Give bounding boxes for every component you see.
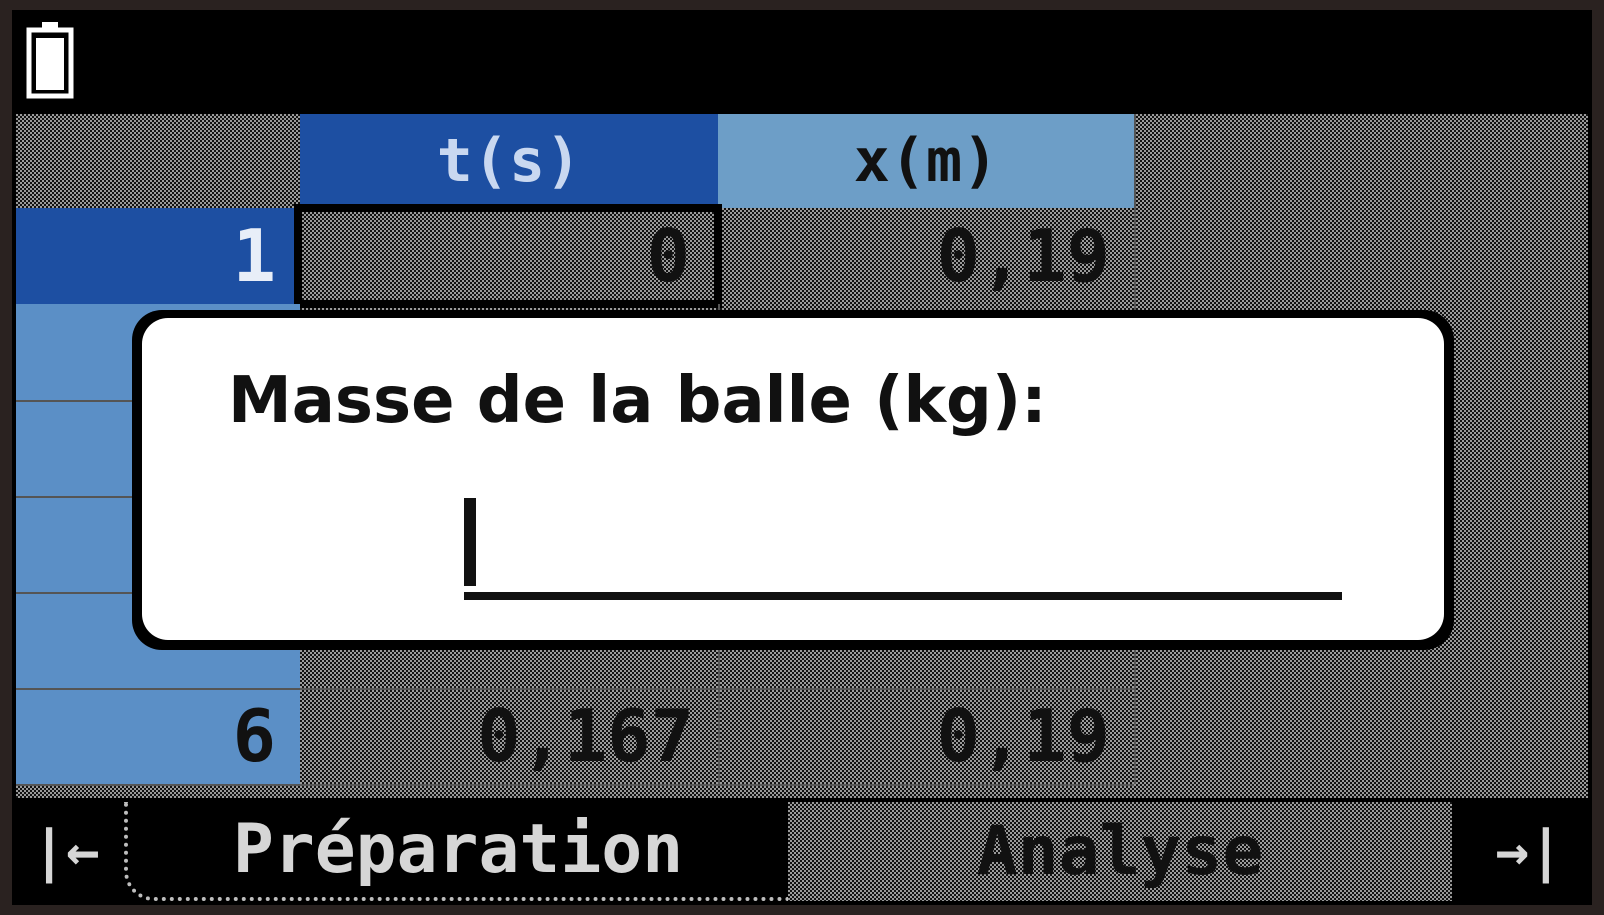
battery-icon <box>26 22 74 99</box>
table-cell-x-1[interactable]: 0,19 <box>718 208 1134 304</box>
column-header-t[interactable]: t(s) <box>300 114 718 208</box>
input-dialog-body: Masse de la balle (kg): <box>142 318 1444 640</box>
tab-analyse[interactable]: Analyse <box>788 802 1452 901</box>
row-header-1[interactable]: 1 <box>16 208 300 304</box>
table-cell-t-1[interactable]: 0 <box>294 204 722 308</box>
grid-line <box>16 784 1134 786</box>
next-page-icon[interactable]: →| <box>1470 802 1588 901</box>
input-dialog: Masse de la balle (kg): <box>132 310 1454 650</box>
column-header-x[interactable]: x(m) <box>718 114 1134 208</box>
table-cell-x-6[interactable]: 0,19 <box>718 688 1134 784</box>
grid-line <box>16 688 1134 690</box>
row-header-6[interactable]: 6 <box>16 688 300 784</box>
bottom-tab-bar: |← Préparation Analyse →| <box>16 802 1588 901</box>
prev-page-icon[interactable]: |← <box>16 802 116 901</box>
text-caret <box>464 498 476 586</box>
table-cell-t-6[interactable]: 0,167 <box>300 688 718 784</box>
calculator-screen: t(s) x(m) 1 0 0,19 6 0,167 0,19 Masse de… <box>12 10 1592 905</box>
tab-preparation[interactable]: Préparation <box>124 802 788 901</box>
mass-input-field[interactable] <box>464 498 1342 600</box>
dialog-prompt: Masse de la balle (kg): <box>228 364 1047 438</box>
status-bar <box>16 14 1588 110</box>
input-underline <box>464 592 1342 600</box>
